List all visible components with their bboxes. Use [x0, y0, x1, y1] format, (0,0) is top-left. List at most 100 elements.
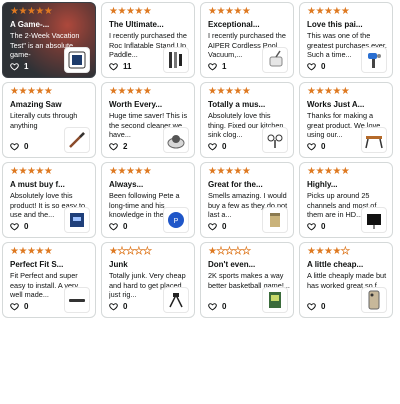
star-icon: ★: [142, 246, 153, 257]
heart-icon[interactable]: [109, 62, 118, 71]
like-footer: 0: [208, 222, 226, 231]
review-title[interactable]: A must buy f...: [10, 180, 89, 190]
heart-icon[interactable]: [208, 62, 217, 71]
review-card[interactable]: ★ ★ ★ ★ ★ The Ultimate... I recently purchas…: [101, 2, 195, 78]
star-icon: ★: [142, 166, 152, 177]
product-thumbnail[interactable]: [163, 47, 189, 73]
product-thumbnail[interactable]: [361, 207, 387, 233]
saw-icon: [69, 132, 85, 148]
star-icon: ★: [109, 166, 118, 177]
star-icon: ★: [117, 6, 126, 17]
review-title[interactable]: Highly...: [307, 180, 386, 190]
review-card[interactable]: ★ ★ ★ ★ ★ A little cheap... A little cheaply…: [299, 242, 393, 318]
heart-icon[interactable]: [10, 222, 19, 231]
star-icon: ★: [26, 6, 36, 17]
review-card[interactable]: ★ ★ ★ ★ ★ Love this pai... This was one of t…: [299, 2, 393, 78]
review-card[interactable]: ★ ★ ★ ★ ★ Perfect Fit S... Fit Perfect and s…: [2, 242, 96, 318]
heart-icon[interactable]: [307, 62, 316, 71]
star-icon: ★: [307, 246, 316, 257]
heart-icon[interactable]: [109, 142, 118, 151]
review-card[interactable]: ★ ★ ★ ★ ★ Worth Every... Huge time saver! Th…: [101, 82, 195, 158]
heart-icon[interactable]: [208, 222, 217, 231]
review-card[interactable]: ★ ★ ★ ★ ★ Works Just A... Thanks for making …: [299, 82, 393, 158]
review-title[interactable]: The Ultimate...: [109, 20, 188, 30]
product-thumbnail[interactable]: [262, 127, 288, 153]
review-title[interactable]: Love this pai...: [307, 20, 386, 30]
review-title[interactable]: A Game-...: [10, 20, 89, 30]
review-title[interactable]: Junk: [109, 260, 188, 270]
review-card[interactable]: ★ ★ ★ ★ ★ Great for the... Smells amazing. I…: [200, 162, 294, 238]
review-title[interactable]: A little cheap...: [307, 260, 386, 270]
review-card[interactable]: ★ ★ ★ ★ ★ Exceptional... I recently purchase…: [200, 2, 294, 78]
star-icon: ★: [340, 86, 350, 97]
review-title[interactable]: Totally a mus...: [208, 100, 287, 110]
like-footer: 2: [109, 142, 127, 151]
star-rating: ★ ★ ★ ★ ★: [10, 87, 89, 97]
drain-tool-icon: [267, 134, 283, 148]
like-footer: 0: [109, 222, 127, 231]
star-icon: ★: [43, 6, 53, 17]
product-thumbnail[interactable]: [361, 287, 387, 313]
heart-icon[interactable]: [10, 302, 19, 311]
product-thumbnail[interactable]: [262, 287, 288, 313]
review-title[interactable]: Great for the...: [208, 180, 287, 190]
product-thumbnail[interactable]: [64, 47, 90, 73]
star-icon: ★: [117, 166, 126, 177]
star-icon: ★: [332, 246, 341, 257]
review-card[interactable]: ★ ★ ★ ★ ★ Junk Totally junk. Very cheap and …: [101, 242, 195, 318]
star-icon: ★: [35, 246, 44, 257]
star-icon: ★: [315, 246, 324, 257]
antenna-icon: [367, 214, 381, 229]
heart-icon[interactable]: [208, 142, 217, 151]
product-thumbnail[interactable]: [64, 207, 90, 233]
heart-icon[interactable]: [10, 62, 19, 71]
product-thumbnail[interactable]: [361, 47, 387, 73]
svg-text:P: P: [174, 218, 179, 225]
product-thumbnail[interactable]: P: [163, 207, 189, 233]
star-icon: ★: [307, 166, 316, 177]
heart-icon[interactable]: [208, 302, 217, 311]
star-icon: ★: [134, 86, 143, 97]
product-thumbnail[interactable]: [64, 127, 90, 153]
star-icon: ★: [208, 166, 217, 177]
like-count: 0: [321, 222, 326, 231]
review-card[interactable]: ★ ★ ★ ★ ★ Don't even... 2K sports makes a wa…: [200, 242, 294, 318]
review-card[interactable]: ★ ★ ★ ★ ★ Totally a mus... Absolutely love t…: [200, 82, 294, 158]
bar-icon: [69, 299, 85, 302]
product-thumbnail[interactable]: [163, 127, 189, 153]
review-card[interactable]: ★ ★ ★ ★ ★ A must buy f... Absolutely love th…: [2, 162, 96, 238]
review-card[interactable]: ★ ★ ★ ★ ★ Amazing Saw Literally cuts through…: [2, 82, 96, 158]
review-title[interactable]: Exceptional...: [208, 20, 287, 30]
star-icon: ★: [142, 86, 152, 97]
review-card[interactable]: ★ ★ ★ ★ ★ A Game-... The 2-Week Vacation Tes…: [2, 2, 96, 78]
review-title[interactable]: Works Just A...: [307, 100, 386, 110]
review-title[interactable]: Amazing Saw: [10, 100, 89, 110]
heart-icon[interactable]: [109, 302, 118, 311]
review-card[interactable]: ★ ★ ★ ★ ★ Always... Been following Pete a lo…: [101, 162, 195, 238]
heart-icon[interactable]: [307, 142, 316, 151]
product-thumbnail[interactable]: [361, 127, 387, 153]
like-count: 0: [123, 302, 128, 311]
review-title[interactable]: Always...: [109, 180, 188, 190]
product-thumbnail[interactable]: [163, 287, 189, 313]
product-thumbnail[interactable]: [64, 287, 90, 313]
star-icon: ★: [216, 246, 226, 257]
product-thumbnail[interactable]: [262, 207, 288, 233]
star-icon: ★: [26, 86, 36, 97]
like-count: 0: [321, 142, 326, 151]
heart-icon[interactable]: [307, 222, 316, 231]
heart-icon[interactable]: [10, 142, 19, 151]
phone-case-icon: [368, 290, 380, 310]
like-count: 0: [123, 222, 128, 231]
heart-icon[interactable]: [307, 302, 316, 311]
review-title[interactable]: Perfect Fit S...: [10, 260, 89, 270]
star-rating: ★ ★ ★ ★ ★: [208, 167, 287, 177]
star-rating: ★ ★ ★ ★ ★: [10, 247, 89, 257]
review-card[interactable]: ★ ★ ★ ★ ★ Highly... Picks up around 25 chann…: [299, 162, 393, 238]
review-title[interactable]: Worth Every...: [109, 100, 188, 110]
review-grid: ★ ★ ★ ★ ★ A Game-... The 2-Week Vacation Tes…: [2, 2, 393, 398]
review-title[interactable]: Don't even...: [208, 260, 287, 270]
heart-icon[interactable]: [109, 222, 118, 231]
product-thumbnail[interactable]: [262, 47, 288, 73]
badge-icon: P: [168, 212, 184, 228]
